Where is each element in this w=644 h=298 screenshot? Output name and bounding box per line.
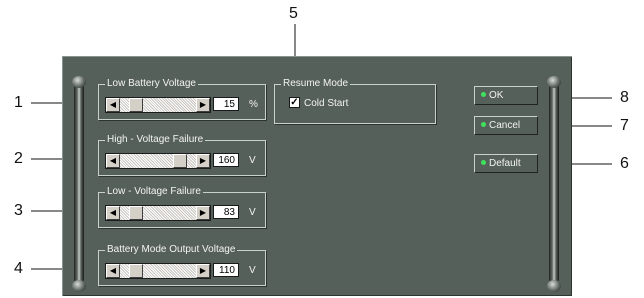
slider-left-arrow-icon[interactable]: ◀ — [106, 98, 120, 112]
slider-thumb[interactable] — [129, 98, 143, 112]
slider-right-arrow-icon[interactable]: ▶ — [196, 154, 210, 168]
callout-4: 4 — [14, 260, 23, 277]
callout-6: 6 — [620, 155, 629, 172]
low-voltage-failure-unit: V — [249, 207, 256, 218]
battery-mode-output-voltage-value[interactable]: 110 — [213, 263, 239, 277]
slider-right-arrow-icon[interactable]: ▶ — [196, 264, 210, 278]
battery-mode-output-voltage-group: Battery Mode Output Voltage ◀ ▶ 110 V — [98, 243, 266, 286]
cold-start-label: Cold Start — [304, 98, 349, 109]
resume-mode-group: Resume Mode ✓ Cold Start — [274, 77, 436, 124]
ok-label: OK — [489, 90, 504, 101]
default-button[interactable]: Default — [474, 154, 538, 173]
low-voltage-failure-value[interactable]: 83 — [213, 205, 239, 219]
ok-button[interactable]: OK — [474, 86, 538, 105]
cancel-label: Cancel — [489, 120, 521, 131]
slider-left-arrow-icon[interactable]: ◀ — [106, 154, 120, 168]
low-battery-voltage-unit: % — [249, 99, 258, 110]
slider-right-arrow-icon[interactable]: ▶ — [196, 98, 210, 112]
default-label: Default — [489, 158, 521, 169]
slider-left-arrow-icon[interactable]: ◀ — [106, 206, 120, 220]
slider-thumb[interactable] — [129, 264, 143, 278]
high-voltage-failure-unit: V — [249, 155, 256, 166]
slider-right-arrow-icon[interactable]: ▶ — [196, 206, 210, 220]
cancel-button[interactable]: Cancel — [474, 116, 538, 135]
low-battery-voltage-slider[interactable]: ◀ ▶ — [105, 97, 211, 113]
high-voltage-failure-label: High - Voltage Failure — [105, 133, 206, 147]
battery-mode-output-voltage-slider[interactable]: ◀ ▶ — [105, 263, 211, 279]
slider-left-arrow-icon[interactable]: ◀ — [106, 264, 120, 278]
high-voltage-failure-value[interactable]: 160 — [213, 153, 239, 167]
settings-panel: Low Battery Voltage ◀ ▶ 15 % High - Volt… — [62, 56, 572, 296]
slider-thumb[interactable] — [173, 154, 187, 168]
left-handle — [72, 76, 88, 292]
slider-thumb[interactable] — [129, 206, 143, 220]
high-voltage-failure-slider[interactable]: ◀ ▶ — [105, 153, 211, 169]
low-voltage-failure-slider[interactable]: ◀ ▶ — [105, 205, 211, 221]
cold-start-checkbox[interactable]: ✓ — [289, 96, 300, 108]
callout-3: 3 — [14, 202, 23, 219]
callout-5: 5 — [289, 5, 298, 22]
led-icon — [481, 159, 486, 165]
low-battery-voltage-value[interactable]: 15 — [213, 97, 239, 111]
low-voltage-failure-label: Low - Voltage Failure — [105, 185, 203, 199]
callout-7: 7 — [620, 117, 629, 134]
right-handle — [547, 76, 563, 292]
high-voltage-failure-group: High - Voltage Failure ◀ ▶ 160 V — [98, 133, 266, 176]
battery-mode-output-voltage-label: Battery Mode Output Voltage — [105, 243, 238, 257]
low-voltage-failure-group: Low - Voltage Failure ◀ ▶ 83 V — [98, 185, 266, 228]
low-battery-voltage-label: Low Battery Voltage — [105, 77, 198, 91]
cold-start-option[interactable]: ✓ Cold Start — [289, 96, 349, 111]
callout-1: 1 — [14, 94, 23, 111]
callout-8: 8 — [620, 89, 629, 106]
resume-mode-label: Resume Mode — [281, 77, 351, 91]
low-battery-voltage-group: Low Battery Voltage ◀ ▶ 15 % — [98, 77, 266, 120]
led-icon — [481, 91, 486, 97]
led-icon — [481, 121, 486, 127]
battery-mode-output-voltage-unit: V — [249, 265, 256, 276]
callout-2: 2 — [14, 150, 23, 167]
